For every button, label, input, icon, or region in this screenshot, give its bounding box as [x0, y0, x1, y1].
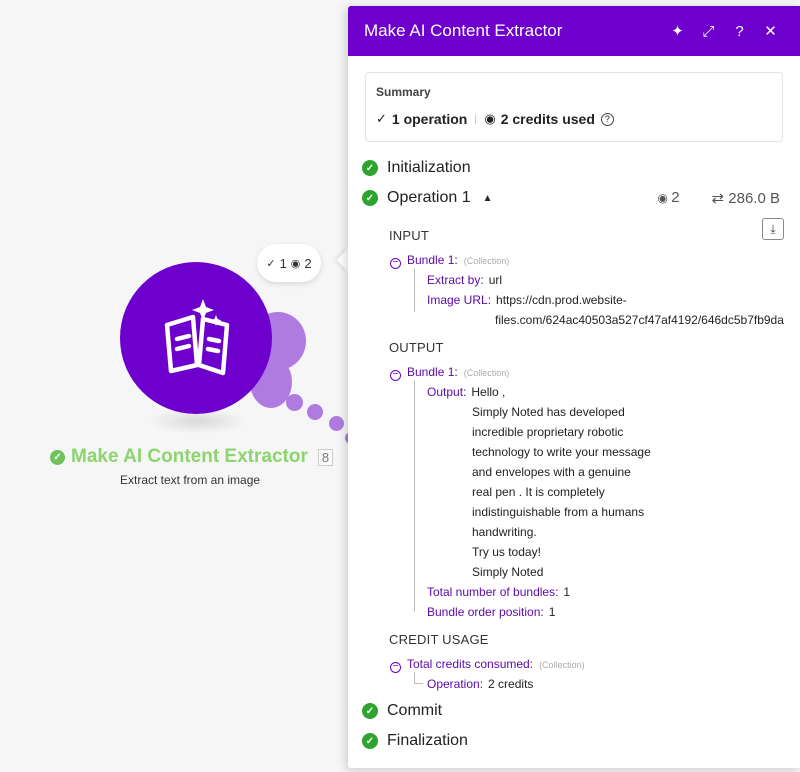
check-circle-icon: ✓	[362, 733, 378, 749]
success-check-icon: ✓	[50, 449, 65, 465]
bubble-credits-count: 2	[304, 255, 312, 271]
help-icon[interactable]: ?	[724, 23, 755, 40]
total-credits-row[interactable]: − Total credits consumed: (Collection)	[390, 657, 585, 673]
summary-box: Summary ✓ 1 operation ◉ 2 credits used ?	[365, 72, 783, 142]
output-text-row: Output: Hello ,	[427, 385, 506, 399]
credit-usage-heading: CREDIT USAGE	[389, 632, 489, 647]
panel-header: Make AI Content Extractor ✦ ⤢ ? ✕	[348, 6, 800, 56]
module-name: Make AI Content Extractor	[71, 446, 308, 467]
phase-commit[interactable]: ✓ Commit	[362, 702, 442, 720]
output-line: Simply Noted has developed	[472, 405, 625, 419]
checks-icon: ✓	[376, 111, 387, 126]
output-line: technology to write your message	[472, 445, 651, 459]
close-icon[interactable]: ✕	[755, 22, 786, 40]
operation-bubble[interactable]: ✓ 1 ◉ 2	[257, 244, 321, 282]
collapse-icon[interactable]: −	[390, 661, 401, 673]
summary-divider	[475, 114, 477, 124]
download-icon[interactable]: ⤓	[762, 218, 784, 240]
credits-icon: ◉	[657, 191, 672, 205]
phase-operation[interactable]: ✓ Operation 1 ▲	[362, 189, 493, 207]
help-circle-icon[interactable]: ?	[600, 112, 614, 126]
bubble-ops-count: 1	[279, 255, 287, 271]
credits-icon: ◉	[290, 257, 301, 270]
connector-dot	[307, 404, 323, 420]
image-url-row: Image URL: https://cdn.prod.website-	[427, 293, 627, 307]
module-title[interactable]: ✓ Make AI Content Extractor 8	[50, 446, 334, 468]
credits-icon: ◉	[484, 111, 496, 126]
extract-by-row: Extract by: url	[427, 273, 503, 287]
transfer-icon: ⇄	[711, 190, 729, 207]
module-subtitle: Extract text from an image	[120, 473, 261, 487]
phase-initialization[interactable]: ✓ Initialization	[362, 159, 471, 177]
output-bundle-row[interactable]: − Bundle 1: (Collection)	[390, 365, 509, 381]
total-bundles-row: Total number of bundles: 1	[427, 585, 571, 599]
expand-icon[interactable]: ⤢	[693, 23, 724, 40]
operation-stats: ◉ 2 ⇄ 286.0 B	[657, 189, 780, 207]
input-heading: INPUT	[389, 228, 429, 243]
summary-row: ✓ 1 operation ◉ 2 credits used ?	[376, 111, 772, 127]
phase-label: Commit	[387, 702, 443, 719]
collapse-icon[interactable]: −	[390, 257, 401, 269]
connector-dot	[329, 416, 344, 431]
phase-label: Initialization	[387, 159, 471, 176]
summary-credits: 2 credits used	[500, 111, 595, 127]
caret-up-icon[interactable]: ▲	[483, 193, 493, 204]
output-line: real pen . It is completely	[472, 485, 605, 499]
module-node[interactable]	[120, 262, 272, 414]
summary-operations: 1 operation	[391, 111, 468, 127]
tree-elbow	[414, 672, 423, 684]
bundle-order-row: Bundle order position: 1	[427, 605, 556, 619]
operation-inspector-panel: Make AI Content Extractor ✦ ⤢ ? ✕ Summar…	[348, 6, 800, 768]
collapse-icon[interactable]: −	[390, 369, 401, 381]
panel-title: Make AI Content Extractor	[364, 21, 563, 40]
summary-label: Summary	[376, 85, 431, 99]
connector-dot	[286, 394, 303, 411]
check-circle-icon: ✓	[362, 160, 378, 176]
operation-size: ⇄ 286.0 B	[711, 190, 780, 207]
check-circle-icon: ✓	[362, 190, 378, 206]
phase-label: Finalization	[387, 732, 468, 749]
checks-icon: ✓	[266, 257, 276, 270]
module-id-badge: 8	[317, 448, 334, 466]
check-circle-icon: ✓	[362, 703, 378, 719]
image-url-continued: files.com/624ac40503a527cf47af4192/646dc…	[495, 313, 784, 327]
output-line: Try us today!	[472, 545, 541, 559]
output-line: and envelopes with a genuine	[472, 465, 631, 479]
ai-sparkle-icon[interactable]: ✦	[662, 22, 693, 40]
output-heading: OUTPUT	[389, 340, 444, 355]
tree-line	[414, 268, 415, 312]
tree-line	[414, 380, 415, 612]
content-extractor-icon	[164, 299, 230, 376]
phase-label: Operation 1	[387, 189, 471, 206]
output-line: Simply Noted	[472, 565, 544, 579]
output-line: incredible proprietary robotic	[472, 425, 624, 439]
phase-finalization[interactable]: ✓ Finalization	[362, 732, 468, 750]
operation-credits: ◉ 2	[657, 189, 680, 206]
credit-operation-row: Operation: 2 credits	[427, 677, 534, 691]
output-line: indistinguishable from a humans	[472, 505, 645, 519]
output-line: handwriting.	[472, 525, 537, 539]
input-bundle-row[interactable]: − Bundle 1: (Collection)	[390, 253, 509, 269]
